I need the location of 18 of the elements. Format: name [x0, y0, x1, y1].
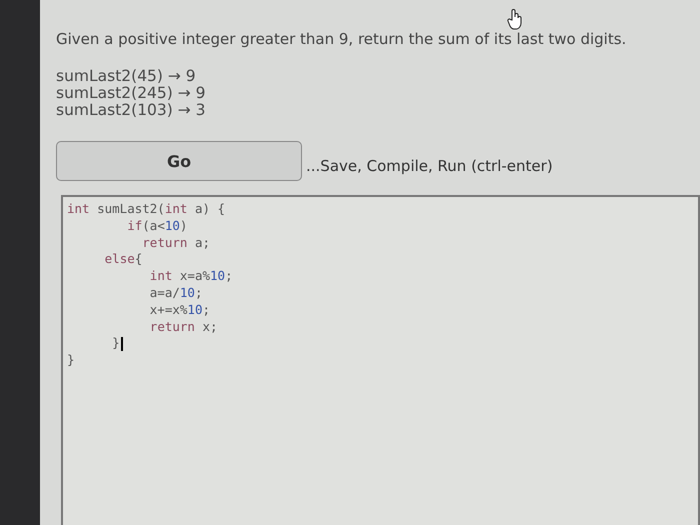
- code-line: int sumLast2(int a) {: [67, 201, 226, 218]
- code-line: a=a/10;: [148, 284, 204, 302]
- go-hint: ...Save, Compile, Run (ctrl-enter): [306, 157, 553, 177]
- code-line: }: [67, 352, 76, 369]
- go-button[interactable]: Go: [56, 141, 302, 181]
- code-line: }: [67, 335, 694, 352]
- code-editor[interactable]: int sumLast2(int a) { if(a<10) return a; else{ int x=a%10; a=a/10; x+=x%10; return x; } }: [61, 195, 700, 525]
- example-line: sumLast2(45) → 9: [56, 68, 197, 85]
- code-line: return a;: [141, 234, 211, 252]
- problem-statement: Given a positive integer greater than 9, return the sum of its last two digits.: [56, 30, 628, 48]
- hand-cursor-icon: [506, 8, 524, 30]
- example-line: sumLast2(245) → 9: [56, 85, 207, 102]
- code-line: int x=a%10;: [148, 268, 234, 285]
- example-line: sumLast2(103) → 3: [56, 102, 207, 119]
- code-line: if(a<10): [126, 218, 188, 235]
- code-line: x+=x%10;: [148, 302, 212, 319]
- code-line: return x;: [148, 318, 219, 336]
- code-line: else{: [104, 251, 144, 268]
